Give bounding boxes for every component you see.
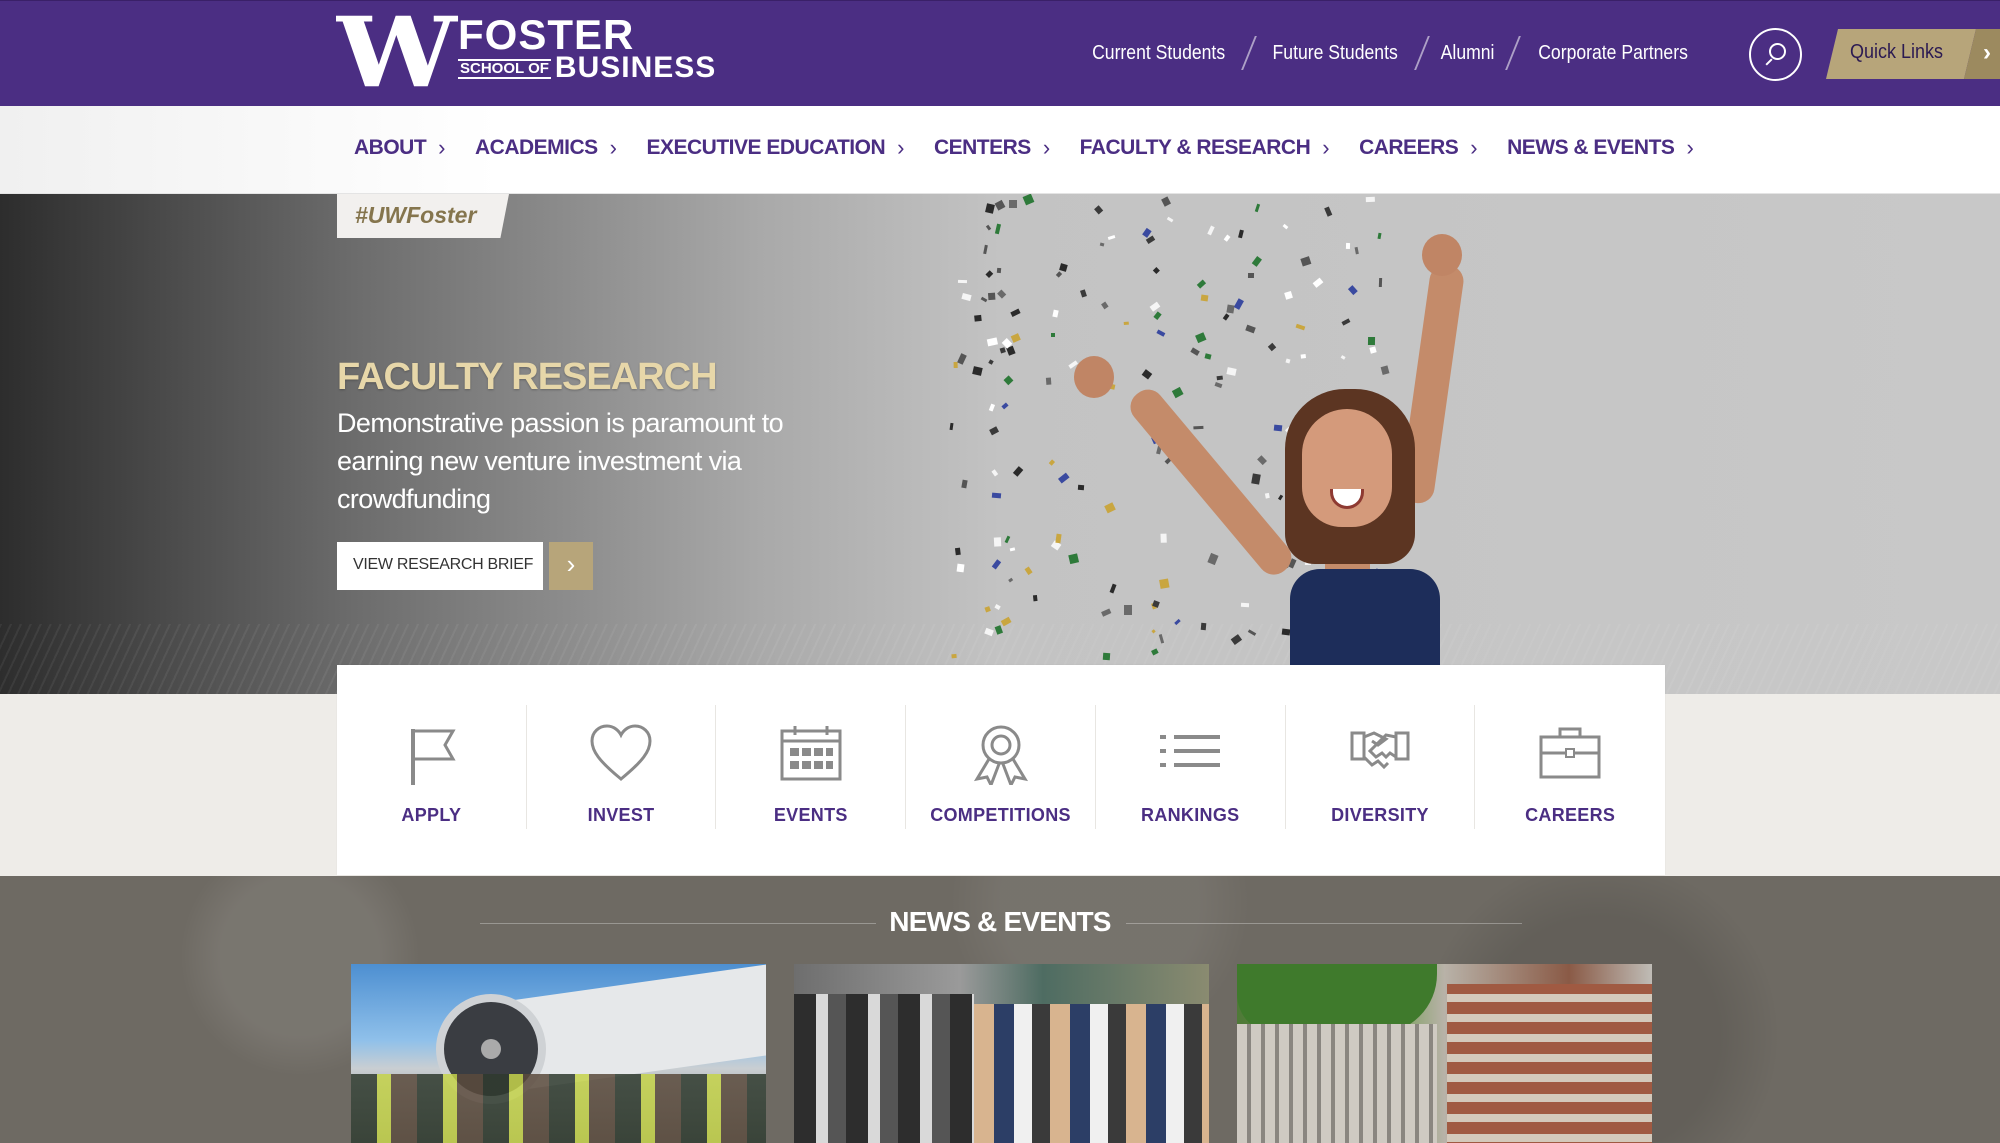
hero-title: FACULTY RESEARCH [337, 356, 718, 398]
divider [1241, 36, 1258, 70]
calendar-icon [780, 726, 842, 781]
news-card-campus-buildings[interactable] [1237, 964, 1652, 1143]
chevron-right-icon: › [1042, 135, 1050, 160]
view-research-brief-arrow[interactable]: › [549, 542, 593, 590]
chevron-right-icon: › [1686, 135, 1694, 160]
hero-banner: #UWFoster FACULTY RESEARCH Demonstrative… [0, 194, 2000, 694]
chevron-right-icon: › [438, 135, 445, 160]
flag-icon [411, 729, 456, 785]
logo-school-of-text: SCHOOL OF [458, 59, 551, 79]
foster-logo[interactable]: W FOSTER SCHOOL OF BUSINESS [336, 11, 717, 92]
news-card-airplane[interactable] [351, 964, 766, 1143]
action-competitions[interactable]: COMPETITIONS [906, 705, 1096, 829]
action-events[interactable]: EVENTS [716, 705, 907, 829]
action-invest[interactable]: INVEST [527, 705, 717, 829]
view-research-brief-button[interactable]: VIEW RESEARCH BRIEF [337, 542, 543, 590]
chevron-right-icon: › [1470, 135, 1478, 160]
quick-links-button[interactable]: Quick Links › [1826, 29, 2000, 79]
award-ribbon-icon [973, 725, 1028, 785]
nav-academics[interactable]: ACADEMICS › [475, 135, 617, 161]
chevron-right-icon: › [566, 549, 576, 579]
audience-links: Current Students Future Students Alumni … [1083, 36, 1698, 70]
logo-wordmark: FOSTER SCHOOL OF BUSINESS [458, 11, 717, 84]
chevron-right-icon: › [609, 135, 617, 160]
current-students-link[interactable]: Current Students [1092, 42, 1225, 65]
heart-icon [590, 724, 652, 781]
top-bar: W FOSTER SCHOOL OF BUSINESS Current Stud… [0, 0, 2000, 106]
nav-news-events[interactable]: NEWS & EVENTS › [1507, 135, 1694, 161]
alumni-link[interactable]: Alumni [1440, 42, 1494, 65]
hashtag-tab[interactable]: #UWFoster [337, 194, 509, 238]
main-navigation: ABOUT › ACADEMICS › EXECUTIVE EDUCATION › C… [0, 106, 2000, 194]
briefcase-icon [1539, 727, 1601, 779]
action-diversity[interactable]: DIVERSITY [1286, 705, 1476, 829]
nav-careers[interactable]: CAREERS › [1359, 135, 1478, 161]
news-card-group-photo[interactable] [794, 964, 1209, 1143]
logo-business-text: BUSINESS [554, 51, 717, 84]
logo-foster-text: FOSTER [458, 11, 635, 58]
hashtag-label: #UWFoster [355, 202, 477, 228]
hero-woman-image [1040, 224, 1500, 694]
nav-faculty-research[interactable]: FACULTY & RESEARCH › [1080, 135, 1330, 161]
news-events-section: NEWS & EVENTS [0, 876, 2000, 1143]
corporate-partners-link[interactable]: Corporate Partners [1538, 42, 1688, 65]
chevron-right-icon: › [897, 135, 904, 160]
divider [1505, 36, 1521, 70]
search-button[interactable] [1749, 28, 1802, 81]
news-events-heading: NEWS & EVENTS [889, 906, 1111, 937]
quick-links-label: Quick Links [1850, 41, 1944, 63]
handshake-icon [1350, 731, 1410, 770]
nav-centers[interactable]: CENTERS › [934, 135, 1050, 161]
chevron-right-icon: › [1322, 135, 1330, 160]
quick-actions-bar: APPLY INVEST EVENTS COMPETITIONS RANKING… [337, 665, 1665, 875]
chevron-right-icon: › [1983, 39, 1991, 66]
action-apply[interactable]: APPLY [337, 705, 527, 829]
action-careers[interactable]: CAREERS [1475, 705, 1665, 829]
uw-w-logo: W [336, 15, 457, 91]
list-icon [1160, 735, 1221, 767]
hero-subtitle: Demonstrative passion is paramount to ea… [337, 408, 784, 514]
action-rankings[interactable]: RANKINGS [1096, 705, 1286, 829]
future-students-link[interactable]: Future Students [1273, 42, 1398, 65]
nav-executive-education[interactable]: EXECUTIVE EDUCATION › [647, 135, 905, 161]
nav-about[interactable]: ABOUT › [354, 135, 445, 161]
divider [1413, 36, 1430, 70]
